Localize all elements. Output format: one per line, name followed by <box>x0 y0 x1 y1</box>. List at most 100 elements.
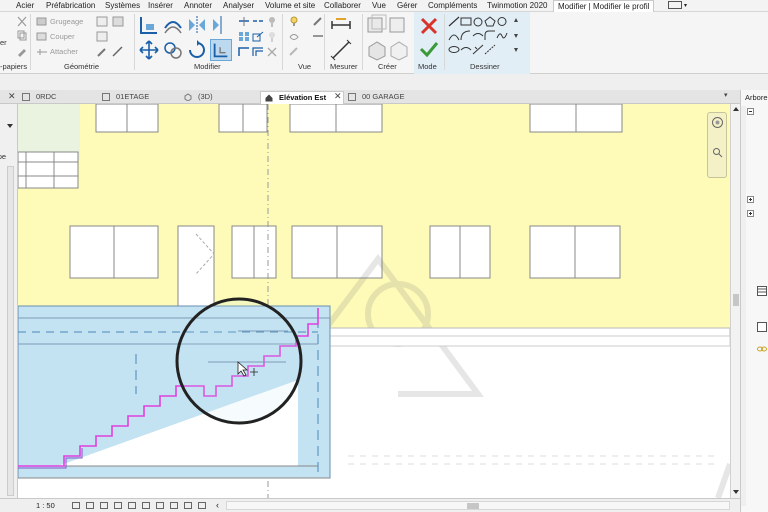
menu-acier[interactable]: Acier <box>16 1 34 11</box>
trim-single-icon[interactable] <box>238 46 250 57</box>
align-icon[interactable] <box>138 14 160 36</box>
crop-view-icon[interactable] <box>128 502 136 509</box>
menu-analyser[interactable]: Analyser <box>223 1 254 11</box>
vertical-scrollbar[interactable] <box>730 104 740 498</box>
sun-path-icon[interactable] <box>100 502 108 509</box>
linework-icon[interactable] <box>312 31 324 42</box>
zoom-icon[interactable] <box>712 147 723 158</box>
array-icon[interactable] <box>238 31 250 42</box>
create-assembly-icon[interactable] <box>366 39 388 61</box>
arc-tangent-icon[interactable] <box>472 30 484 41</box>
menu-systemes[interactable]: Systèmes <box>105 1 140 11</box>
offset-icon[interactable] <box>162 14 184 36</box>
circle-icon[interactable] <box>496 16 508 27</box>
close-icon[interactable]: ✕ <box>334 91 342 102</box>
tab-01etage[interactable]: 01ETAGE <box>98 91 178 104</box>
create-parts-icon[interactable] <box>388 39 410 61</box>
trim-multiple-icon[interactable] <box>252 46 264 57</box>
unpin-icon[interactable] <box>266 31 278 42</box>
grugeage-button[interactable]: Grugeage <box>50 17 83 26</box>
copy-icon[interactable] <box>16 30 28 41</box>
link-icon[interactable] <box>757 346 767 352</box>
copy-element-icon[interactable] <box>162 39 184 61</box>
paint-icon[interactable] <box>96 46 108 57</box>
tab-3d[interactable]: (3D) <box>180 91 256 104</box>
pin-icon[interactable] <box>266 16 278 27</box>
fillet-arc-icon[interactable] <box>484 30 496 41</box>
move-icon[interactable] <box>138 39 160 61</box>
view-scale[interactable]: 1 : 50 <box>36 501 55 510</box>
menu-inserer[interactable]: Insérer <box>148 1 173 11</box>
panel-scrollbar[interactable] <box>7 166 14 496</box>
rotate-icon[interactable] <box>186 39 208 61</box>
cut-geometry-icon[interactable] <box>36 31 48 42</box>
chevron-down-icon[interactable]: ▾ <box>684 1 687 11</box>
horizontal-scrollbar[interactable] <box>226 501 730 510</box>
steering-wheel-icon[interactable] <box>711 116 724 129</box>
line-icon[interactable] <box>448 16 460 27</box>
cut-icon[interactable] <box>16 16 28 27</box>
polygon-icon[interactable] <box>472 16 484 27</box>
couper-button[interactable]: Couper <box>50 32 75 41</box>
elevation-drawing[interactable] <box>18 104 730 498</box>
chevron-down-icon[interactable] <box>6 122 14 130</box>
attacher-button[interactable]: Attacher <box>50 47 78 56</box>
chevron-down-icon[interactable] <box>732 489 740 495</box>
tab-00-garage[interactable]: 00 GARAGE <box>344 91 434 104</box>
cope-icon[interactable] <box>36 16 48 27</box>
line-scroll-icon[interactable] <box>510 16 522 27</box>
lock-view-icon[interactable] <box>156 502 164 509</box>
dimension-icon[interactable] <box>330 39 352 61</box>
expand-icon[interactable] <box>747 196 754 203</box>
expand-icon[interactable] <box>747 108 754 115</box>
trim-extend-icon[interactable] <box>210 39 232 61</box>
tab-elevation-est[interactable]: Elévation Est <box>260 91 344 104</box>
reveal-hidden-icon[interactable] <box>184 502 192 509</box>
chevron-left-icon[interactable]: ‹ <box>216 500 219 510</box>
expand-icon[interactable] <box>747 210 754 217</box>
unjoin-icon[interactable] <box>96 31 108 42</box>
arc-center-icon[interactable] <box>460 30 472 41</box>
scroll-thumb[interactable] <box>733 294 739 306</box>
override-graphics-icon[interactable] <box>312 16 324 27</box>
paste-label[interactable]: er <box>0 38 7 47</box>
navigation-bar[interactable] <box>707 112 727 178</box>
ellipse-icon[interactable] <box>448 44 460 55</box>
drawing-canvas[interactable] <box>18 104 730 498</box>
spline-icon[interactable] <box>496 30 508 41</box>
lightbulb-icon[interactable] <box>288 16 300 27</box>
draw-more-icon[interactable] <box>510 44 522 55</box>
schedule-icon[interactable] <box>757 286 767 296</box>
menu-complements[interactable]: Compléments <box>428 1 477 11</box>
ellipse-partial-icon[interactable] <box>460 44 472 55</box>
visual-style-icon[interactable] <box>86 502 94 509</box>
wall-joins-icon[interactable] <box>112 16 124 27</box>
create-similar-icon[interactable] <box>366 14 388 36</box>
ribbon-toggle-icon[interactable] <box>668 1 682 9</box>
rectangle-icon[interactable] <box>460 16 472 27</box>
finish-edit-icon[interactable] <box>418 38 440 60</box>
circumscribed-polygon-icon[interactable] <box>484 16 496 27</box>
paint-brush-icon[interactable] <box>288 46 300 57</box>
chevron-down-icon[interactable]: ▾ <box>724 91 728 99</box>
tab-0rdc[interactable]: 0RDC <box>18 91 94 104</box>
menu-collaborer[interactable]: Collaborer <box>324 1 361 11</box>
create-group-icon[interactable] <box>388 14 410 36</box>
browser-scrollbar[interactable] <box>741 106 746 506</box>
chevron-up-icon[interactable] <box>732 106 740 112</box>
join-icon[interactable] <box>96 16 108 27</box>
split-element-icon[interactable] <box>238 16 250 27</box>
show-crop-icon[interactable] <box>142 502 150 509</box>
detail-level-icon[interactable] <box>72 502 80 509</box>
menu-vue[interactable]: Vue <box>372 1 386 11</box>
cancel-edit-icon[interactable] <box>418 15 440 37</box>
mirror-draw-icon[interactable] <box>210 14 232 36</box>
pick-lines-icon[interactable] <box>472 44 484 55</box>
analytical-model-icon[interactable] <box>198 502 206 509</box>
mirror-axis-icon[interactable] <box>186 14 208 36</box>
pick-walls-icon[interactable] <box>484 44 496 55</box>
delete-icon[interactable] <box>266 46 278 57</box>
hide-element-icon[interactable] <box>288 31 300 42</box>
match-type-icon[interactable] <box>16 46 28 57</box>
scroll-thumb[interactable] <box>467 503 479 509</box>
